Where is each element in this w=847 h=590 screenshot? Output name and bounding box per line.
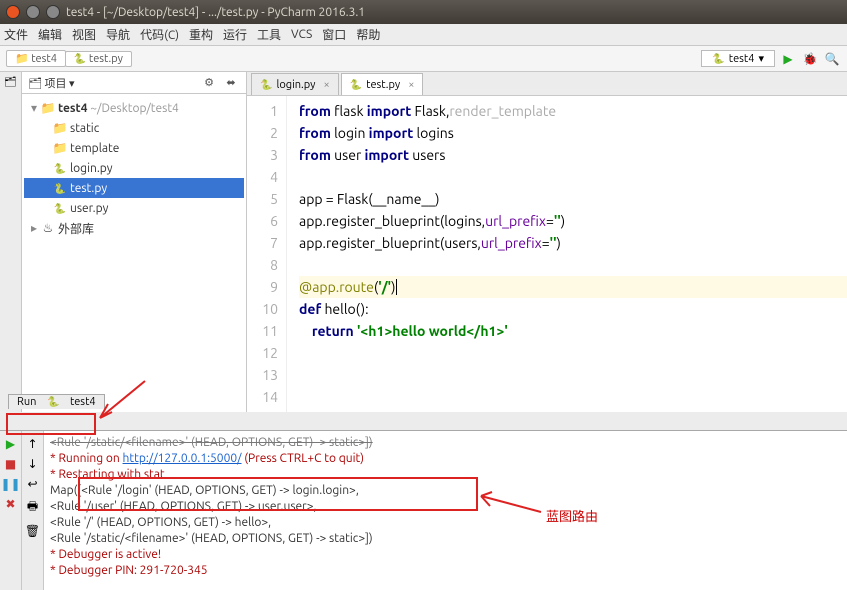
run-toolbar-left: ▶ ■ ❚❚ ✖: [0, 431, 22, 590]
run-config-selector[interactable]: test4 ▾: [701, 50, 775, 67]
console-line: <Rule '/' (HEAD, OPTIONS, GET) -> hello>…: [50, 515, 841, 531]
run-toolwindow: ▶ ■ ❚❚ ✖ ↑ ↓ ↩ 🖶 🗑 <Rule '/static/<filen…: [0, 430, 847, 590]
tree-item-static[interactable]: 📁static: [24, 118, 244, 138]
window-maximize-button[interactable]: [46, 5, 60, 19]
project-tool-button[interactable]: 🗂: [4, 76, 17, 88]
navigation-bar: 📁 test4 test.py test4 ▾ ▶ 🐞 🔍: [0, 46, 847, 72]
down-icon[interactable]: ↓: [27, 457, 37, 471]
main-menubar: 文件 编辑 视图 导航 代码(C) 重构 运行 工具 VCS 窗口 帮助: [0, 24, 847, 46]
menu-file[interactable]: 文件: [4, 26, 28, 43]
breadcrumb-root[interactable]: 📁 test4: [6, 50, 66, 67]
project-tree[interactable]: ▾📁 test4 ~/Desktop/test4 📁static 📁templa…: [22, 94, 246, 242]
line-gutter: 1234567891011121314: [247, 96, 287, 412]
rerun-button[interactable]: ▶: [6, 437, 15, 451]
search-icon[interactable]: 🔍: [823, 50, 841, 68]
panel-settings-icon[interactable]: ⚙: [200, 74, 218, 92]
menu-navigate[interactable]: 导航: [106, 26, 130, 43]
console-line: * Restarting with stat: [50, 467, 841, 483]
debug-button[interactable]: 🐞: [801, 50, 819, 68]
menu-edit[interactable]: 编辑: [38, 26, 62, 43]
server-url-link[interactable]: http://127.0.0.1:5000/: [123, 452, 242, 465]
panel-hide-icon[interactable]: ⬌: [222, 74, 240, 92]
menu-window[interactable]: 窗口: [322, 26, 346, 43]
run-toolbar-left2: ↑ ↓ ↩ 🖶 🗑: [22, 431, 44, 590]
run-toolwindow-tab[interactable]: Run test4: [8, 394, 105, 409]
soft-wrap-icon[interactable]: ↩: [27, 477, 37, 491]
close-tab-icon[interactable]: ×: [323, 79, 329, 91]
console-line: <Rule '/static/<filename>' (HEAD, OPTION…: [50, 435, 841, 451]
up-icon[interactable]: ↑: [27, 437, 37, 451]
pause-button[interactable]: ❚❚: [0, 477, 20, 491]
console-line: <Rule '/static/<filename>' (HEAD, OPTION…: [50, 531, 841, 547]
breadcrumb-file[interactable]: test.py: [65, 51, 132, 67]
left-tool-strip: 🗂: [0, 72, 22, 412]
run-console[interactable]: <Rule '/static/<filename>' (HEAD, OPTION…: [44, 431, 847, 590]
menu-vcs[interactable]: VCS: [291, 28, 312, 41]
menu-refactor[interactable]: 重构: [189, 26, 213, 43]
tree-external-libs[interactable]: ▸♨外部库: [24, 218, 244, 238]
run-button[interactable]: ▶: [779, 50, 797, 68]
tree-item-login-py[interactable]: login.py: [24, 158, 244, 178]
menu-help[interactable]: 帮助: [356, 26, 380, 43]
clear-icon[interactable]: 🗑: [25, 524, 40, 538]
console-line: Map([<Rule '/login' (HEAD, OPTIONS, GET)…: [50, 483, 841, 499]
menu-view[interactable]: 视图: [72, 26, 96, 43]
close-run-button[interactable]: ✖: [5, 497, 15, 511]
console-line: <Rule '/user' (HEAD, OPTIONS, GET) -> us…: [50, 499, 841, 515]
tree-item-test-py[interactable]: test.py: [24, 178, 244, 198]
print-icon[interactable]: 🖶: [27, 497, 38, 518]
window-close-button[interactable]: [6, 5, 20, 19]
menu-code[interactable]: 代码(C): [140, 26, 179, 43]
editor-tab-login[interactable]: login.py×: [251, 73, 339, 95]
editor-tab-test[interactable]: test.py×: [341, 73, 424, 95]
window-title: test4 - [~/Desktop/test4] - .../test.py …: [66, 6, 365, 19]
console-line: * Running on http://127.0.0.1:5000/ (Pre…: [50, 451, 841, 467]
console-line: * Debugger is active!: [50, 547, 841, 563]
main-content: 🗂 🗂 项目 ▾ ⚙ ⬌ ▾📁 test4 ~/Desktop/test4 📁s…: [0, 72, 847, 412]
menu-run[interactable]: 运行: [223, 26, 247, 43]
tree-item-user-py[interactable]: user.py: [24, 198, 244, 218]
tree-item-template[interactable]: 📁template: [24, 138, 244, 158]
editor-tabs: login.py× test.py×: [247, 72, 847, 96]
editor-area: login.py× test.py× 1234567891011121314 f…: [247, 72, 847, 412]
project-panel: 🗂 项目 ▾ ⚙ ⬌ ▾📁 test4 ~/Desktop/test4 📁sta…: [22, 72, 247, 412]
close-tab-icon[interactable]: ×: [408, 79, 414, 91]
project-panel-header: 🗂 项目 ▾ ⚙ ⬌: [22, 72, 246, 94]
code-body[interactable]: from flask import Flask,render_template …: [287, 96, 847, 412]
annotation-label: 蓝图路由: [546, 506, 598, 525]
code-editor[interactable]: 1234567891011121314 from flask import Fl…: [247, 96, 847, 412]
window-minimize-button[interactable]: [26, 5, 40, 19]
console-line: * Debugger PIN: 291-720-345: [50, 563, 841, 579]
window-titlebar: test4 - [~/Desktop/test4] - .../test.py …: [0, 0, 847, 24]
menu-tools[interactable]: 工具: [257, 26, 281, 43]
tree-root[interactable]: ▾📁 test4 ~/Desktop/test4: [24, 98, 244, 118]
stop-button[interactable]: ■: [5, 457, 16, 471]
